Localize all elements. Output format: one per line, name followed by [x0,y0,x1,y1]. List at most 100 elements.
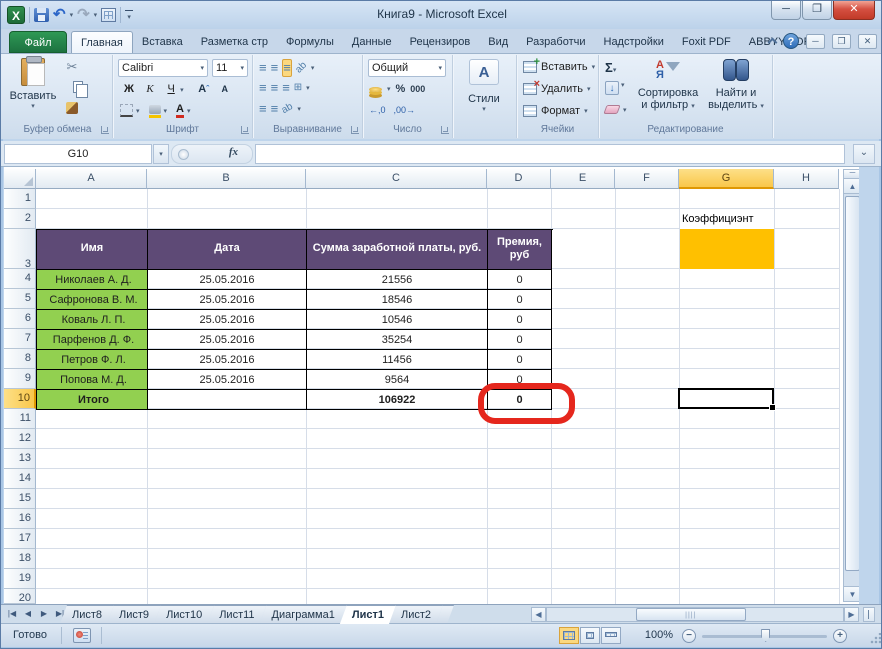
dialog-launcher-icon[interactable] [441,126,449,134]
cell-date[interactable]: 25.05.2016 [148,290,307,310]
cell-total-salary[interactable]: 106922 [307,390,488,410]
orientation-icon[interactable]: ab [292,58,311,77]
tab-file[interactable]: Файл [9,31,67,53]
wrap-text-icon[interactable]: ab [279,99,297,118]
copy-button[interactable] [63,78,93,96]
horizontal-scrollbar[interactable]: ◀ |||| ▶ [531,607,859,622]
align-center-icon[interactable]: ≡ [271,80,279,96]
row-header-16[interactable]: 16 [4,509,36,529]
thousands-button[interactable]: 000 [410,84,425,94]
cell-total-empty[interactable] [148,390,307,410]
dialog-launcher-icon[interactable] [241,126,249,134]
cell-G2-coefficient[interactable]: Коэффициэнт [680,209,774,229]
normal-view-icon[interactable] [559,627,579,644]
row-header-20[interactable]: 20 [4,589,36,604]
zoom-level[interactable]: 100% [645,629,673,641]
sheet-tab-list9[interactable]: Лист9 [107,605,161,624]
row-header-4[interactable]: 4 [4,269,36,289]
sheet-tab-list11[interactable]: Лист11 [207,605,266,624]
borders-dropdown-icon[interactable]: ▾ [136,107,140,115]
borders-icon[interactable] [120,104,133,117]
cell-date[interactable]: 25.05.2016 [148,350,307,370]
align-middle-icon[interactable]: ≡ [271,60,279,76]
font-size-select[interactable]: 11▾ [212,59,248,77]
align-bottom-icon[interactable]: ≡ [282,59,292,77]
currency-icon[interactable] [369,87,382,92]
row-header-2[interactable]: 2 [4,209,36,229]
paste-dropdown-icon[interactable]: ▾ [9,102,57,110]
cell-G3-orange[interactable] [680,229,774,269]
row-header-13[interactable]: 13 [4,449,36,469]
cell-bonus[interactable]: 0 [488,350,552,370]
row-header-17[interactable]: 17 [4,529,36,549]
formula-options-icon[interactable] [178,149,189,160]
font-color-dropdown-icon[interactable]: ▾ [187,107,191,115]
cell-date[interactable]: 25.05.2016 [148,310,307,330]
workbook-restore-icon[interactable]: ❐ [832,34,851,49]
cell-bonus[interactable]: 0 [488,290,552,310]
macro-record-icon[interactable] [73,628,91,643]
tab-developer[interactable]: Разработчи [517,31,594,53]
hscroll-right-icon[interactable]: ▶ [844,607,859,622]
styles-button[interactable]: А Стили ▾ [459,59,509,113]
cell-bonus[interactable]: 0 [488,330,552,350]
restore-button[interactable]: ❐ [802,1,832,20]
cell-name[interactable]: Коваль Л. П. [37,310,148,330]
col-header-C[interactable]: C [306,169,487,189]
cell-bonus[interactable]: 0 [488,310,552,330]
cell-date[interactable]: 25.05.2016 [148,330,307,350]
table-header-salary[interactable]: Сумма заработной платы, руб. [307,230,488,270]
tab-foxit[interactable]: Foxit PDF [673,31,740,53]
zoom-thumb[interactable] [761,629,770,642]
format-cells-button[interactable]: Формат▾ [523,105,588,117]
format-painter-button[interactable] [63,99,81,117]
cut-button[interactable]: ✂ [63,58,81,76]
resize-grip[interactable] [869,633,881,645]
cell-date[interactable]: 25.05.2016 [148,270,307,290]
col-header-A[interactable]: A [36,169,147,189]
fill-button[interactable]: ↓▾ [605,81,625,95]
col-header-B[interactable]: B [147,169,306,189]
tab-split-handle[interactable] [863,607,875,622]
align-left-icon[interactable]: ≡ [259,80,267,96]
find-select-button[interactable]: Найти и выделить ▾ [703,59,769,111]
hscroll-left-icon[interactable]: ◀ [531,607,546,622]
merge-dropdown-icon[interactable]: ▾ [306,84,310,92]
tab-formulas[interactable]: Формулы [277,31,343,53]
row-header-18[interactable]: 18 [4,549,36,569]
autosum-button[interactable]: Σ▾ [605,60,616,75]
col-header-G[interactable]: G [679,169,774,189]
sort-filter-button[interactable]: АЯ Сортировка и фильтр ▾ [635,59,701,111]
expand-formula-bar-icon[interactable]: ⌄ [853,144,875,164]
row-header-6[interactable]: 6 [4,309,36,329]
sheet-tab-list8[interactable]: Лист8 [60,605,114,624]
workbook-close-icon[interactable]: ✕ [858,34,877,49]
row-header-14[interactable]: 14 [4,469,36,489]
fill-color-button[interactable] [149,103,161,118]
col-header-H[interactable]: H [774,169,839,189]
underline-dropdown-icon[interactable]: ▾ [180,87,184,94]
cell-salary[interactable]: 35254 [307,330,488,350]
help-icon[interactable]: ? [783,33,799,49]
cell-name[interactable]: Попова М. Д. [37,370,148,390]
table-header-date[interactable]: Дата [148,230,307,270]
align-top-icon[interactable]: ≡ [259,60,267,76]
clear-button[interactable]: ▾ [605,105,627,114]
row-header-11[interactable]: 11 [4,409,36,429]
prev-sheet-icon[interactable]: ◀ [21,607,35,621]
decrease-indent-icon[interactable]: ≡ [259,101,267,117]
percent-button[interactable]: % [396,83,406,95]
table-header-bonus[interactable]: Премия, руб [488,230,552,270]
page-layout-view-icon[interactable] [580,627,600,644]
row-header-5[interactable]: 5 [4,289,36,309]
dialog-launcher-icon[interactable] [351,126,359,134]
next-sheet-icon[interactable]: ▶ [37,607,51,621]
sheet-tab-list1[interactable]: Лист1 [340,605,396,624]
currency-dropdown-icon[interactable]: ▾ [387,85,391,93]
tab-page-layout[interactable]: Разметка стр [192,31,277,53]
orientation-dropdown-icon[interactable]: ▾ [311,64,315,72]
first-sheet-icon[interactable]: |◀ [5,607,19,621]
row-header-3[interactable]: 3 [4,229,36,269]
tab-home[interactable]: Главная [71,31,133,53]
font-color-button[interactable]: А [176,103,184,118]
